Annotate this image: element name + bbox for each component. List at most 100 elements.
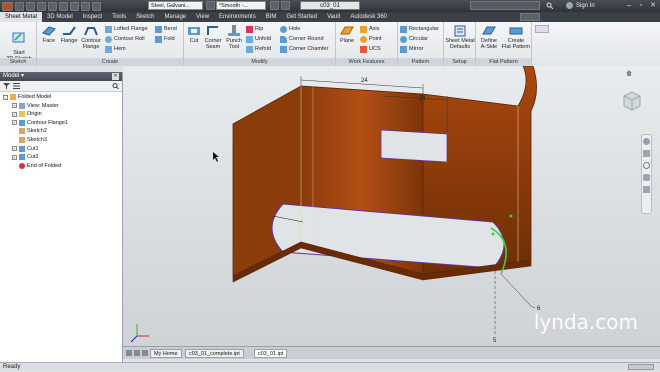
tree-item[interactable]: + View: Master bbox=[12, 102, 59, 110]
expand-icon[interactable]: + bbox=[12, 120, 17, 126]
tree-item[interactable]: Sketch3 bbox=[12, 136, 47, 144]
hole-button[interactable]: Hole bbox=[280, 25, 300, 33]
panel-options-button[interactable] bbox=[535, 25, 549, 33]
browser-title[interactable]: Model bbox=[3, 73, 19, 79]
tab-current-ipt[interactable]: c03_01.ipt bbox=[254, 349, 288, 358]
steering-wheel-icon[interactable] bbox=[643, 138, 650, 145]
tree-item[interactable]: + Contour Flange1 bbox=[12, 119, 68, 127]
expand-icon[interactable]: + bbox=[12, 146, 17, 152]
filter-icon[interactable] bbox=[3, 83, 10, 89]
flange-button[interactable]: Flange bbox=[58, 24, 80, 44]
appearance-combo[interactable]: *Smooth -... bbox=[216, 1, 266, 10]
arrange-icon[interactable] bbox=[142, 350, 148, 356]
face-button[interactable]: Face bbox=[40, 24, 58, 44]
tab-vault[interactable]: Vault bbox=[322, 12, 345, 22]
hem-button[interactable]: Hem bbox=[105, 45, 126, 53]
look-at-icon[interactable] bbox=[643, 186, 650, 193]
define-a-side-button[interactable]: Define A-Side bbox=[478, 24, 500, 50]
cascade-icon[interactable] bbox=[134, 350, 140, 356]
sign-in-link[interactable]: Sign In bbox=[576, 0, 595, 12]
fold-button[interactable]: Fold bbox=[155, 35, 175, 43]
appearance-icon[interactable] bbox=[206, 1, 215, 10]
tab-view[interactable]: View bbox=[191, 12, 214, 22]
tab-sheet-metal[interactable]: Sheet Metal bbox=[0, 12, 43, 22]
app-menu-button[interactable] bbox=[2, 1, 13, 11]
tab-environments[interactable]: Environments bbox=[214, 12, 261, 22]
update-icon[interactable] bbox=[81, 1, 90, 11]
ribbon-options-button[interactable] bbox=[520, 13, 540, 21]
home-view-icon[interactable] bbox=[626, 70, 632, 76]
rip-button[interactable]: Rip bbox=[246, 25, 263, 33]
contour-flange-button[interactable]: Contour Flange bbox=[80, 24, 102, 50]
viewcube[interactable] bbox=[621, 90, 643, 112]
bend-button[interactable]: Bend bbox=[155, 25, 177, 33]
expand-icon[interactable]: + bbox=[12, 154, 17, 160]
tab-autodesk-360[interactable]: Autodesk 360 bbox=[345, 12, 392, 22]
tab-inspect[interactable]: Inspect bbox=[78, 12, 107, 22]
select-icon[interactable] bbox=[92, 1, 101, 11]
refold-button[interactable]: Refold bbox=[246, 45, 271, 53]
minimize-button[interactable]: – bbox=[624, 1, 634, 10]
mirror-button[interactable]: Mirror bbox=[400, 45, 423, 53]
save-icon[interactable] bbox=[37, 1, 46, 11]
plane-button[interactable]: Plane bbox=[338, 24, 356, 44]
graphics-viewport[interactable]: 24 24 6 5 lynda.com bbox=[123, 66, 660, 346]
punch-tool-button[interactable]: Punch Tool bbox=[224, 24, 244, 50]
tab-my-home[interactable]: My Home bbox=[150, 349, 182, 358]
tile-icon[interactable] bbox=[126, 350, 132, 356]
lofted-flange-button[interactable]: Lofted Flange bbox=[105, 25, 148, 33]
rectangular-pattern-button[interactable]: Rectangular bbox=[400, 25, 439, 33]
point-button[interactable]: Point bbox=[360, 35, 382, 43]
sheet-metal-defaults-button[interactable]: Sheet Metal Defaults bbox=[445, 24, 475, 50]
corner-chamfer-button[interactable]: Corner Chamfer bbox=[280, 45, 328, 53]
redo-icon[interactable] bbox=[59, 1, 68, 11]
close-button[interactable]: ✕ bbox=[648, 1, 658, 10]
axis-button[interactable]: Axis bbox=[360, 25, 379, 33]
tab-3d-model[interactable]: 3D Model bbox=[42, 12, 78, 22]
fx-icon[interactable] bbox=[281, 1, 290, 10]
mirror-label: Mirror bbox=[409, 46, 424, 52]
create-flat-pattern-button[interactable]: Create Flat Pattern bbox=[501, 24, 531, 50]
zoom-icon[interactable] bbox=[643, 162, 650, 169]
unfold-button[interactable]: Unfold bbox=[246, 35, 271, 43]
tab-bim[interactable]: BIM bbox=[261, 12, 282, 22]
search-field[interactable] bbox=[470, 1, 540, 10]
tree-item-label: End of Folded bbox=[27, 162, 62, 169]
tab-complete-ipt[interactable]: c03_01_complete.ipt bbox=[185, 349, 244, 358]
expand-icon[interactable]: + bbox=[12, 111, 17, 117]
tree-item[interactable]: + Origin bbox=[12, 110, 42, 118]
expand-icon[interactable]: + bbox=[12, 103, 17, 109]
cut-button[interactable]: Cut bbox=[186, 24, 202, 44]
undo-icon[interactable] bbox=[48, 1, 57, 11]
tab-manage[interactable]: Manage bbox=[159, 12, 191, 22]
tab-sketch[interactable]: Sketch bbox=[131, 12, 159, 22]
start-sketch-button[interactable]: Start 2D Sketch bbox=[3, 24, 35, 62]
chevron-down-icon[interactable]: ▾ bbox=[19, 73, 24, 79]
clear-icon[interactable] bbox=[270, 1, 279, 10]
open-icon[interactable] bbox=[26, 1, 35, 11]
collapse-icon[interactable]: - bbox=[3, 94, 8, 100]
contour-roll-button[interactable]: Contour Roll bbox=[105, 35, 145, 43]
corner-round-button[interactable]: Corner Round bbox=[280, 35, 324, 43]
tree-item[interactable]: - Folded Model bbox=[3, 93, 51, 101]
tree-item[interactable]: + Cut1 bbox=[12, 145, 39, 153]
home-icon[interactable] bbox=[70, 1, 79, 11]
search-icon[interactable] bbox=[112, 83, 119, 90]
corner-seam-button[interactable]: Corner Seam bbox=[202, 24, 224, 50]
circular-pattern-button[interactable]: Circular bbox=[400, 35, 428, 43]
maximize-button[interactable]: ▫ bbox=[636, 1, 646, 10]
menu-icon[interactable] bbox=[13, 83, 20, 89]
tab-tools[interactable]: Tools bbox=[107, 12, 131, 22]
tree-item[interactable]: End of Folded bbox=[12, 162, 61, 170]
ucs-button[interactable]: UCS bbox=[360, 45, 381, 53]
user-icon[interactable] bbox=[566, 2, 573, 9]
browser-close-button[interactable]: ✕ bbox=[112, 73, 119, 80]
pan-icon[interactable] bbox=[643, 150, 650, 157]
material-combo[interactable]: Steel, Galvani... bbox=[148, 1, 203, 10]
tab-get-started[interactable]: Get Started bbox=[281, 12, 322, 22]
tree-item[interactable]: + Cut2 bbox=[12, 153, 39, 161]
search-icon[interactable] bbox=[546, 2, 554, 10]
tree-item[interactable]: Sketch2 bbox=[12, 127, 47, 135]
new-icon[interactable] bbox=[15, 1, 24, 11]
orbit-icon[interactable] bbox=[643, 174, 650, 181]
